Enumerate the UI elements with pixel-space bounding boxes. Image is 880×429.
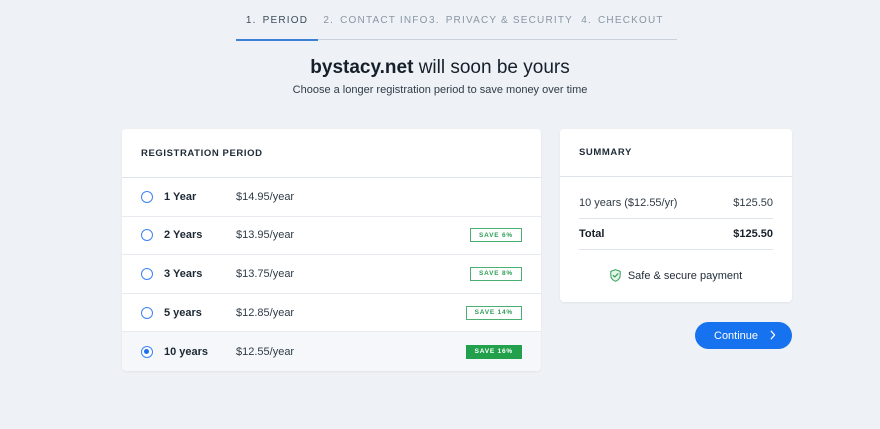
step-number: 3. xyxy=(428,14,440,26)
step-period[interactable]: 1. PERIOD xyxy=(236,0,318,41)
secure-payment-text: Safe & secure payment xyxy=(627,269,743,282)
step-label: CHECKOUT xyxy=(598,14,664,26)
step-number: 2. xyxy=(323,14,335,26)
summary-item-value: $125.50 xyxy=(733,197,773,209)
shield-check-icon xyxy=(610,269,621,282)
period-label: 1 Year xyxy=(164,190,197,203)
period-label: 3 Years xyxy=(164,267,203,280)
summary-item-label: 10 years ($12.55/yr) xyxy=(579,197,678,209)
step-number: 1. xyxy=(245,14,257,26)
total-value: $125.50 xyxy=(733,228,773,240)
radio-button[interactable] xyxy=(141,229,153,242)
step-label: PRIVACY & SECURITY xyxy=(445,14,574,26)
summary-total: Total $125.50 xyxy=(579,228,773,240)
radio-button[interactable] xyxy=(141,306,153,319)
period-option-3-years[interactable]: 3 Years $13.75/year SAVE 8% xyxy=(122,255,541,294)
step-contact-info[interactable]: 2. CONTACT INFO xyxy=(318,0,434,40)
radio-button[interactable] xyxy=(141,267,153,280)
period-price: $13.95/year xyxy=(236,229,295,242)
checkout-stepper: 1. PERIOD 2. CONTACT INFO 3. PRIVACY & S… xyxy=(236,0,677,41)
period-option-2-years[interactable]: 2 Years $13.95/year SAVE 6% xyxy=(122,217,541,256)
step-label: PERIOD xyxy=(262,14,309,26)
radio-button-selected[interactable] xyxy=(141,345,153,358)
summary-line-item: 10 years ($12.55/yr) $125.50 xyxy=(579,197,773,209)
period-price: $13.75/year xyxy=(236,267,295,280)
period-option-10-years[interactable]: 10 years $12.55/year SAVE 16% xyxy=(122,332,541,371)
period-price: $12.55/year xyxy=(236,345,295,358)
period-label: 5 years xyxy=(164,306,202,319)
save-badge: SAVE 6% xyxy=(469,228,522,243)
divider xyxy=(579,249,773,250)
period-label: 2 Years xyxy=(164,229,203,242)
period-option-1-year[interactable]: 1 Year $14.95/year xyxy=(122,178,541,217)
domain-name: bystacy.net xyxy=(310,57,414,78)
summary-title: SUMMARY xyxy=(560,129,792,177)
save-badge: SAVE 16% xyxy=(465,344,522,359)
divider xyxy=(579,218,773,219)
summary-panel: SUMMARY 10 years ($12.55/yr) $125.50 Tot… xyxy=(560,129,792,302)
period-price: $14.95/year xyxy=(236,190,295,203)
registration-period-panel: REGISTRATION PERIOD 1 Year $14.95/year 2… xyxy=(122,129,541,371)
registration-period-title: REGISTRATION PERIOD xyxy=(122,129,541,178)
radio-button[interactable] xyxy=(141,190,153,203)
save-badge: SAVE 8% xyxy=(469,266,522,281)
save-badge: SAVE 14% xyxy=(465,305,522,320)
secure-payment-note: Safe & secure payment xyxy=(560,269,792,282)
title-rest: will soon be yours xyxy=(413,57,570,78)
step-privacy-security[interactable]: 3. PRIVACY & SECURITY xyxy=(429,0,572,40)
period-label: 10 years xyxy=(164,345,209,358)
page-subtitle: Choose a longer registration period to s… xyxy=(292,84,588,96)
step-label: CONTACT INFO xyxy=(340,14,429,26)
continue-button[interactable]: Continue xyxy=(695,322,792,349)
step-number: 4. xyxy=(581,14,593,26)
period-price: $12.85/year xyxy=(236,306,295,319)
page-title: bystacy.net will soon be yours xyxy=(0,57,880,79)
chevron-right-icon xyxy=(770,330,776,340)
continue-label: Continue xyxy=(714,329,759,342)
step-checkout[interactable]: 4. CHECKOUT xyxy=(568,0,677,40)
total-label: Total xyxy=(579,228,605,240)
period-option-5-years[interactable]: 5 years $12.85/year SAVE 14% xyxy=(122,294,541,333)
